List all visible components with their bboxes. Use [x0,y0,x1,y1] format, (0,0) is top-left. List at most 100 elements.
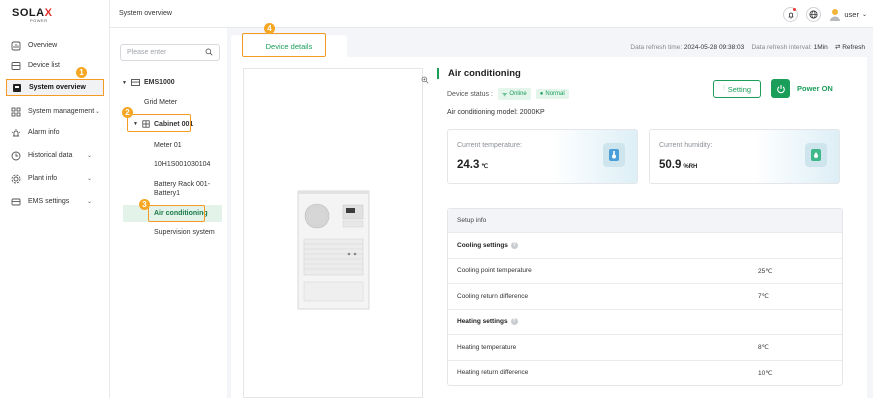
cooling-settings-label: Cooling settings [457,241,508,249]
setting-label: Setting [727,84,752,94]
tree-node-label: Battery Rack 001- [154,181,211,188]
refresh-icon: ⇄ [834,44,841,51]
refresh-interval-label: Data refresh interval: [751,44,812,51]
heating-settings-header: Heating settings ? [448,308,842,335]
chevron-down-icon: ⌄ [86,153,92,159]
sidebar-item-label: System management [28,108,95,115]
refresh-time-label: Data refresh time: [630,44,683,51]
user-menu[interactable]: user ⌄ [829,8,867,21]
callout-badge-3: 3 [139,199,150,210]
sidebar-item-plant-info[interactable]: Plant info ⌄ [6,170,104,187]
heating-settings-label: Heating settings [457,318,508,326]
temperature-unit: ℃ [481,164,489,170]
sidebar-item-system-overview[interactable]: System overview [6,79,104,96]
tree-node-ems1000[interactable]: ▼ EMS1000 [122,79,175,86]
solax-logo[interactable]: SOLAX POWER [12,7,52,23]
system-overview-icon [11,82,23,94]
refresh-label: Refresh [842,44,865,51]
sidebar-item-label: EMS settings [28,198,70,205]
chevron-down-icon: ⌄ [86,176,92,182]
breadcrumb: System overview [119,10,172,17]
temperature-label: Current temperature: [457,142,522,149]
sidebar-item-label: Plant info [28,175,58,182]
status-normal-text: Normal [545,91,565,97]
dot-icon: ● [539,91,544,97]
humidity-value: 50.9 %RH [659,159,697,171]
callout-highlight-device-details [242,33,326,57]
row-value: 8℃ [758,344,769,352]
sidebar-item-label: Device list [28,62,60,69]
tree-search-input[interactable]: Please enter [120,44,220,61]
table-row: Cooling point temperature 25℃ [448,257,842,284]
callout-badge-2: 2 [122,107,133,118]
row-value: 25℃ [758,267,773,275]
notification-dot [793,8,797,11]
sidebar-item-device-list[interactable]: Device list [6,57,104,74]
humidity-icon [805,143,827,167]
humidity-number: 50.9 [659,159,682,171]
setting-button[interactable]: ⫶ Setting [713,80,761,98]
history-icon [10,150,22,162]
device-list-icon [10,60,22,72]
refresh-button[interactable]: ⇄ Refresh [835,44,865,51]
setup-info-table: Setup info Cooling settings ? Cooling po… [447,208,843,386]
air-conditioner-image [297,190,370,310]
table-row: Cooling return difference 7℃ [448,283,842,309]
device-status: Device status : ᯤ Online ● Normal [447,88,569,100]
sidebar-item-system-management[interactable]: System management ⌄ [6,103,104,120]
status-online-text: Online [509,91,527,97]
setup-info-title: Setup info [448,209,842,232]
alarm-icon [10,127,22,139]
search-placeholder: Please enter [127,49,167,56]
callout-badge-1: 1 [76,67,87,78]
globe-icon [809,10,818,19]
device-model: Air conditioning model: 2000KP [447,109,545,116]
power-status-label: Power ON [797,84,833,93]
sidebar-item-label: Alarm info [28,129,60,136]
tree-node-meter-01[interactable]: Meter 01 [154,142,182,149]
power-icon [776,84,785,93]
help-icon[interactable]: ? [510,318,518,326]
temperature-card: Current temperature: 24.3 ℃ [447,129,638,184]
row-label: Cooling point temperature [457,267,532,275]
tree-node-supervision-system[interactable]: Supervision system [154,229,215,236]
device-status-label: Device status : [447,90,493,98]
notification-button[interactable] [783,7,799,22]
row-value: 10℃ [758,369,773,377]
tree-node-grid-meter[interactable]: Grid Meter [144,99,177,106]
device-title: Air conditioning [437,68,521,79]
humidity-unit: %RH [683,164,698,170]
table-row: Heating temperature 8℃ [448,334,842,360]
chevron-down-icon: ⌄ [861,12,867,18]
temperature-number: 24.3 [457,159,480,171]
help-icon[interactable]: ? [510,241,518,249]
ems-settings-icon [10,196,22,208]
caret-down-icon: ▼ [122,79,127,86]
humidity-card: Current humidity: 50.9 %RH [649,129,840,184]
sidebar-item-ems-settings[interactable]: EMS settings ⌄ [6,193,104,210]
callout-badge-4: 4 [264,23,275,34]
language-button[interactable] [806,7,822,22]
sidebar-item-label: System overview [29,84,86,91]
refresh-info: Data refresh time: 2024-05-28 09:38:03 D… [630,43,865,51]
tree-node-battery-rack[interactable]: Battery Rack 001- Battery1 [154,181,210,197]
sidebar-item-alarm-info[interactable]: Alarm info [6,124,104,141]
bell-icon [788,12,794,18]
tree-node-serial[interactable]: 10H1S001030104 [154,161,210,168]
refresh-interval-value: 1Min [813,44,828,51]
plant-icon [10,173,22,185]
refresh-time-value: 2024-05-28 09:38:03 [683,44,745,51]
sidebar: SOLAX POWER Overview Device list System … [0,0,110,398]
chevron-down-icon: ⌄ [86,199,92,205]
wifi-icon: ᯤ [501,92,508,98]
temperature-value: 24.3 ℃ [457,159,488,171]
ems-icon [131,79,140,86]
sidebar-item-overview[interactable]: Overview [6,37,104,54]
avatar [829,8,841,21]
zoom-in-button[interactable] [421,76,429,86]
cooling-settings-header: Cooling settings ? [448,232,842,258]
sidebar-item-historical-data[interactable]: Historical data ⌄ [6,147,104,164]
power-button[interactable] [771,79,790,98]
status-badge-online: ᯤ Online [497,88,531,100]
row-value: 7℃ [758,293,769,301]
